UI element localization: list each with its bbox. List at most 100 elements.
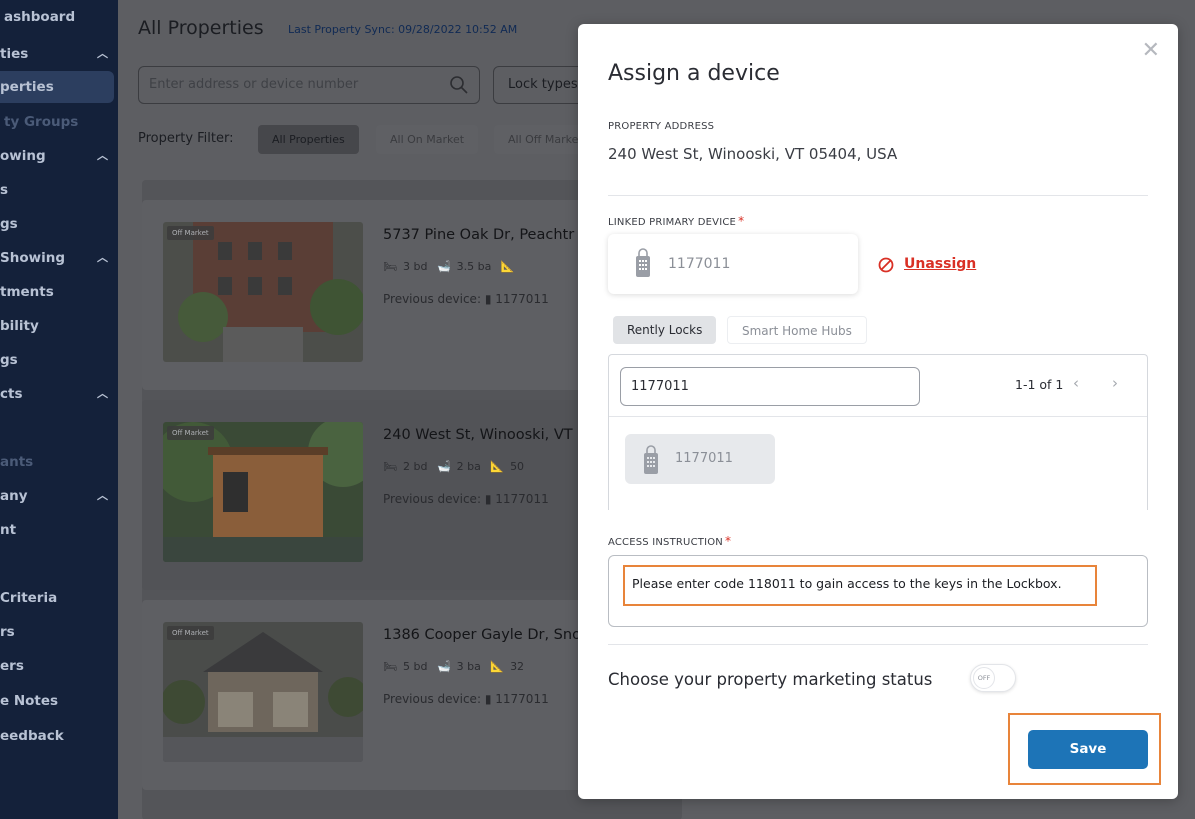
sidebar-item[interactable]: ty Groups	[0, 110, 118, 136]
lockbox-icon: ▮	[484, 492, 492, 506]
sidebar-item[interactable]: Showing ︿	[0, 246, 118, 272]
last-sync-text: Last Property Sync: 09/28/2022 10:52 AM	[288, 23, 518, 36]
sidebar-item[interactable]: ties ︿	[0, 42, 118, 68]
sidebar-item[interactable]: nt	[0, 518, 118, 544]
linked-device-label: LINKED PRIMARY DEVICE *	[608, 214, 745, 228]
previous-device: Previous device: ▮ 1177011	[383, 492, 549, 506]
previous-device-number: 1177011	[495, 492, 549, 506]
sidebar: ashboard ties ︿ perties ty Groups owing ︿ s gs Sh…	[0, 0, 118, 819]
property-address-label: PROPERTY ADDRESS	[608, 121, 715, 132]
sidebar-item-label: any	[0, 488, 28, 504]
unassign-icon[interactable]	[878, 257, 894, 273]
sidebar-item[interactable]: ers	[0, 654, 118, 680]
sidebar-item-label: eedback	[0, 728, 64, 744]
tab-rently-locks[interactable]: Rently Locks	[613, 316, 717, 344]
beds-count: 3 bd	[402, 260, 428, 273]
bath-icon: 🛁	[436, 460, 451, 473]
close-icon[interactable]: ✕	[1142, 40, 1160, 62]
search-input[interactable]: Enter address or device number	[138, 66, 480, 104]
chevron-right-icon[interactable]: ›	[1112, 374, 1118, 392]
sidebar-item-label: Showing	[0, 250, 65, 266]
chevron-up-icon[interactable]: ︿	[97, 45, 108, 61]
sidebar-item[interactable]: eedback	[0, 724, 118, 750]
sidebar-item-label: e Notes	[0, 693, 59, 709]
linked-device-card: 1177011	[608, 234, 858, 294]
sidebar-item[interactable]: Criteria	[0, 586, 118, 612]
property-photo: Off Market	[163, 622, 363, 762]
status-badge: Off Market	[167, 226, 214, 240]
chevron-up-icon[interactable]: ︿	[97, 487, 108, 503]
sidebar-item[interactable]: gs	[0, 212, 118, 238]
sidebar-item[interactable]: rs	[0, 620, 118, 646]
filter-all-on-market[interactable]: All On Market	[376, 125, 479, 154]
property-photo: Off Market	[163, 222, 363, 362]
sidebar-item[interactable]: owing ︿	[0, 144, 118, 170]
property-specs: 🛏 3 bd 🛁 3.5 ba 📐	[383, 260, 521, 273]
unassign-button[interactable]: Unassign	[904, 256, 976, 272]
beds-count: 2 bd	[402, 460, 428, 473]
sidebar-item[interactable]: ants	[0, 450, 118, 476]
property-specs: 🛏 2 bd 🛁 2 ba 📐 50	[383, 460, 530, 473]
access-instruction-label: ACCESS INSTRUCTION *	[608, 534, 732, 548]
status-badge: Off Market	[167, 626, 214, 640]
device-picker: 1-1 of 1 ‹ › 1177011	[608, 354, 1148, 510]
property-specs: 🛏 5 bd 🛁 3 ba 📐 32	[383, 660, 530, 673]
chevron-left-icon[interactable]: ‹	[1073, 374, 1079, 392]
page-title: All Properties	[138, 17, 264, 39]
property-photo: Off Market	[163, 422, 363, 562]
access-instruction-textarea[interactable]: Please enter code 118011 to gain access …	[608, 555, 1148, 627]
sidebar-item-label: ers	[0, 658, 24, 674]
sidebar-item-label: owing	[0, 148, 46, 164]
tab-smart-home-hubs[interactable]: Smart Home Hubs	[727, 316, 867, 344]
sidebar-item[interactable]: e Notes	[0, 689, 118, 715]
chevron-up-icon[interactable]: ︿	[97, 147, 108, 163]
previous-device-number: 1177011	[495, 692, 549, 706]
pagination-count: 1-1 of 1	[1015, 377, 1064, 392]
previous-device-label: Previous device:	[383, 492, 481, 506]
modal-title: Assign a device	[608, 61, 780, 86]
sidebar-item-label: tments	[0, 284, 54, 300]
sidebar-item[interactable]: cts ︿	[0, 382, 118, 408]
area-icon: 📐	[490, 460, 505, 473]
sidebar-item-label: cts	[0, 386, 23, 402]
sidebar-item[interactable]: ashboard	[0, 5, 118, 31]
chevron-up-icon[interactable]: ︿	[97, 249, 108, 265]
property-address: 1386 Cooper Gayle Dr, Sno	[383, 627, 581, 643]
lock-types-label: Lock types	[508, 77, 578, 92]
chevron-up-icon[interactable]: ︿	[97, 385, 108, 401]
search-icon[interactable]	[449, 75, 469, 99]
device-result-item[interactable]: 1177011	[625, 434, 775, 484]
previous-device: Previous device: ▮ 1177011	[383, 292, 549, 306]
sidebar-item[interactable]: bility	[0, 314, 118, 340]
baths-count: 3 ba	[456, 660, 481, 673]
sidebar-item[interactable]: any ︿	[0, 484, 118, 510]
filter-all-properties[interactable]: All Properties	[258, 125, 359, 154]
marketing-status-toggle[interactable]: OFF	[970, 664, 1016, 692]
sidebar-item[interactable]: tments	[0, 280, 118, 306]
save-button[interactable]: Save	[1028, 730, 1148, 769]
sqft-value: 32	[510, 660, 525, 673]
beds-count: 5 bd	[402, 660, 428, 673]
sidebar-item-label: gs	[0, 216, 18, 232]
sidebar-item-label: perties	[0, 79, 54, 95]
sidebar-item[interactable]: s	[0, 178, 118, 204]
status-badge: Off Market	[167, 426, 214, 440]
previous-device-label: Previous device:	[383, 692, 481, 706]
lockbox-icon	[643, 445, 659, 479]
area-icon: 📐	[490, 660, 505, 673]
device-search-input[interactable]	[620, 367, 920, 406]
lockbox-icon: ▮	[484, 692, 492, 706]
sidebar-item[interactable]: perties	[0, 71, 114, 103]
sidebar-item-label: nt	[0, 522, 17, 538]
sidebar-item[interactable]: gs	[0, 348, 118, 374]
sidebar-item-label: ties	[0, 46, 29, 62]
previous-device-number: 1177011	[495, 292, 549, 306]
sidebar-item-label: s	[0, 182, 9, 198]
bed-icon: 🛏	[383, 660, 397, 673]
baths-count: 3.5 ba	[456, 260, 492, 273]
bed-icon: 🛏	[383, 460, 397, 473]
property-address: 5737 Pine Oak Dr, Peachtr	[383, 227, 575, 243]
lockbox-icon	[635, 248, 651, 282]
lockbox-icon: ▮	[484, 292, 492, 306]
sidebar-item-label: Criteria	[0, 590, 58, 606]
